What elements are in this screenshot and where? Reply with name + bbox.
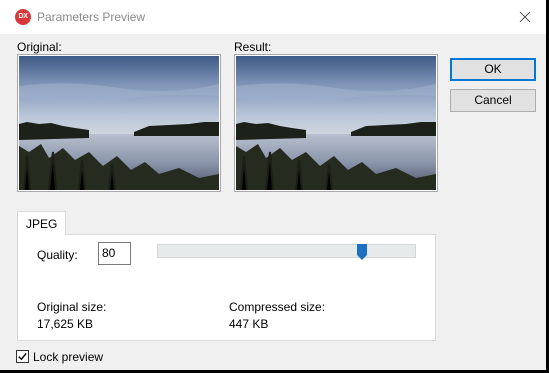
original-label: Original: [17,40,62,54]
tab-jpeg-label: JPEG [26,217,58,231]
result-label: Result: [234,40,272,54]
dx-app-icon: DX [15,9,31,25]
quality-slider-thumb[interactable] [357,244,367,260]
lake-photo-result [236,56,436,190]
lake-photo-original [19,56,219,190]
original-size-value: 17,625 KB [37,317,94,331]
cancel-button[interactable]: Cancel [450,89,536,112]
ok-button[interactable]: OK [450,58,536,81]
quality-slider[interactable] [157,244,416,258]
close-button[interactable] [507,3,543,31]
tab-jpeg[interactable]: JPEG [17,211,66,235]
result-preview-image [234,54,438,192]
compressed-size-label: Compressed size: [229,300,326,314]
compressed-size-value: 447 KB [229,317,269,331]
title-bar: DX Parameters Preview [0,0,549,34]
quality-input[interactable]: 80 [98,242,131,265]
close-icon [519,11,531,23]
window-title: Parameters Preview [37,10,146,24]
original-preview-image [17,54,221,192]
quality-label: Quality: [37,248,78,262]
checkmark-icon [18,352,27,361]
original-size-label: Original size: [37,300,107,314]
lock-preview-label[interactable]: Lock preview [33,350,103,364]
lock-preview-checkbox[interactable] [16,350,29,363]
